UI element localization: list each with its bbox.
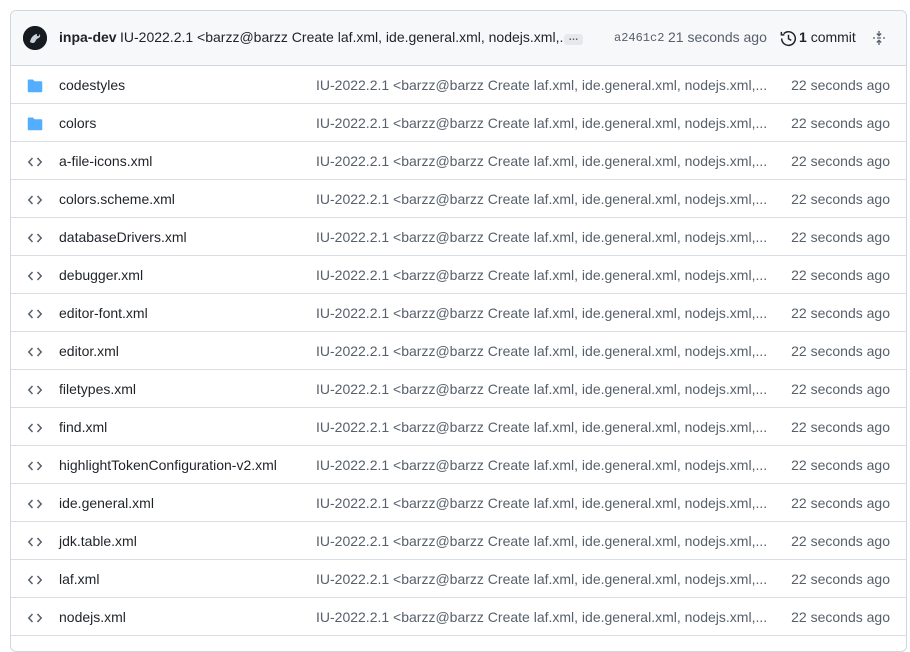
table-row[interactable]: colors.scheme.xml IU-2022.2.1 <barzz@bar… <box>11 180 906 218</box>
unfold-icon[interactable] <box>871 30 887 46</box>
table-row[interactable]: nodejs.xml IU-2022.2.1 <barzz@barzz Crea… <box>11 598 906 636</box>
table-row[interactable]: colors IU-2022.2.1 <barzz@barzz Create l… <box>11 104 906 142</box>
commit-message[interactable]: IU-2022.2.1 <barzz@barzz Create laf.xml,… <box>120 29 571 45</box>
commit-count-link[interactable]: 1 commit <box>799 29 856 45</box>
table-row[interactable]: databaseDrivers.xml IU-2022.2.1 <barzz@b… <box>11 218 906 256</box>
file-commit-message[interactable]: IU-2022.2.1 <barzz@barzz Create laf.xml,… <box>316 77 767 93</box>
file-name[interactable]: nodejs.xml <box>59 609 126 625</box>
history-icon[interactable] <box>780 30 797 47</box>
code-file-icon <box>27 382 43 398</box>
code-file-icon <box>27 268 43 284</box>
file-commit-message[interactable]: IU-2022.2.1 <barzz@barzz Create laf.xml,… <box>316 609 767 625</box>
folder-icon <box>27 78 43 94</box>
file-name[interactable]: databaseDrivers.xml <box>59 229 187 245</box>
file-commit-message[interactable]: IU-2022.2.1 <barzz@barzz Create laf.xml,… <box>316 571 767 587</box>
file-commit-time: 22 seconds ago <box>791 229 890 245</box>
table-row[interactable]: codestyles IU-2022.2.1 <barzz@barzz Crea… <box>11 66 906 104</box>
file-commit-time: 22 seconds ago <box>791 419 890 435</box>
file-commit-message[interactable]: IU-2022.2.1 <barzz@barzz Create laf.xml,… <box>316 343 767 359</box>
code-file-icon <box>27 192 43 208</box>
code-file-icon <box>27 496 43 512</box>
file-name[interactable]: editor.xml <box>59 343 119 359</box>
code-file-icon <box>27 420 43 436</box>
file-commit-message[interactable]: IU-2022.2.1 <barzz@barzz Create laf.xml,… <box>316 267 767 283</box>
table-row[interactable]: jdk.table.xml IU-2022.2.1 <barzz@barzz C… <box>11 522 906 560</box>
avatar[interactable] <box>23 26 47 50</box>
expand-message-button[interactable]: … <box>564 33 583 45</box>
code-file-icon <box>27 534 43 550</box>
file-name[interactable]: colors.scheme.xml <box>59 191 175 207</box>
file-name[interactable]: highlightTokenConfiguration-v2.xml <box>59 457 277 473</box>
file-commit-message[interactable]: IU-2022.2.1 <barzz@barzz Create laf.xml,… <box>316 533 767 549</box>
file-name[interactable]: laf.xml <box>59 571 99 587</box>
code-file-icon <box>27 154 43 170</box>
file-name[interactable]: jdk.table.xml <box>59 533 137 549</box>
table-row[interactable]: editor-font.xml IU-2022.2.1 <barzz@barzz… <box>11 294 906 332</box>
table-row[interactable]: ide.general.xml IU-2022.2.1 <barzz@barzz… <box>11 484 906 522</box>
file-commit-time: 22 seconds ago <box>791 267 890 283</box>
file-name[interactable]: a-file-icons.xml <box>59 153 152 169</box>
commit-count: 1 <box>799 29 807 45</box>
table-row[interactable]: a-file-icons.xml IU-2022.2.1 <barzz@barz… <box>11 142 906 180</box>
file-commit-time: 22 seconds ago <box>791 191 890 207</box>
file-commit-message[interactable]: IU-2022.2.1 <barzz@barzz Create laf.xml,… <box>316 115 767 131</box>
file-commit-time: 22 seconds ago <box>791 115 890 131</box>
file-commit-time: 22 seconds ago <box>791 495 890 511</box>
file-commit-message[interactable]: IU-2022.2.1 <barzz@barzz Create laf.xml,… <box>316 495 767 511</box>
file-commit-time: 22 seconds ago <box>791 381 890 397</box>
file-commit-time: 22 seconds ago <box>791 153 890 169</box>
file-commit-message[interactable]: IU-2022.2.1 <barzz@barzz Create laf.xml,… <box>316 457 767 473</box>
file-commit-message[interactable]: IU-2022.2.1 <barzz@barzz Create laf.xml,… <box>316 305 767 321</box>
code-file-icon <box>27 230 43 246</box>
code-file-icon <box>27 458 43 474</box>
table-row[interactable]: laf.xml IU-2022.2.1 <barzz@barzz Create … <box>11 560 906 598</box>
file-commit-message[interactable]: IU-2022.2.1 <barzz@barzz Create laf.xml,… <box>316 381 767 397</box>
file-commit-time: 22 seconds ago <box>791 533 890 549</box>
latest-commit-bar: inpa-dev IU-2022.2.1 <barzz@barzz Create… <box>11 11 906 66</box>
table-row[interactable]: highlightTokenConfiguration-v2.xml IU-20… <box>11 446 906 484</box>
file-list: codestyles IU-2022.2.1 <barzz@barzz Crea… <box>11 66 906 636</box>
file-name[interactable]: debugger.xml <box>59 267 143 283</box>
commit-label: commit <box>810 29 856 45</box>
code-file-icon <box>27 344 43 360</box>
file-name[interactable]: ide.general.xml <box>59 495 154 511</box>
file-commit-time: 22 seconds ago <box>791 609 890 625</box>
file-commit-message[interactable]: IU-2022.2.1 <barzz@barzz Create laf.xml,… <box>316 419 767 435</box>
file-commit-time: 22 seconds ago <box>791 343 890 359</box>
file-name[interactable]: colors <box>59 115 96 131</box>
code-file-icon <box>27 610 43 626</box>
commit-author[interactable]: inpa-dev <box>59 29 117 45</box>
commit-time: 21 seconds ago <box>668 29 767 45</box>
file-name[interactable]: find.xml <box>59 419 107 435</box>
commit-sha[interactable]: a2461c2 <box>614 31 664 45</box>
file-commit-time: 22 seconds ago <box>791 457 890 473</box>
file-name[interactable]: filetypes.xml <box>59 381 136 397</box>
file-commit-message[interactable]: IU-2022.2.1 <barzz@barzz Create laf.xml,… <box>316 229 767 245</box>
file-commit-message[interactable]: IU-2022.2.1 <barzz@barzz Create laf.xml,… <box>316 191 767 207</box>
code-file-icon <box>27 306 43 322</box>
file-commit-time: 22 seconds ago <box>791 305 890 321</box>
file-commit-time: 22 seconds ago <box>791 77 890 93</box>
table-row[interactable]: filetypes.xml IU-2022.2.1 <barzz@barzz C… <box>11 370 906 408</box>
file-browser: inpa-dev IU-2022.2.1 <barzz@barzz Create… <box>10 10 907 652</box>
table-row[interactable]: find.xml IU-2022.2.1 <barzz@barzz Create… <box>11 408 906 446</box>
file-commit-time: 22 seconds ago <box>791 571 890 587</box>
table-row[interactable]: editor.xml IU-2022.2.1 <barzz@barzz Crea… <box>11 332 906 370</box>
file-name[interactable]: editor-font.xml <box>59 305 148 321</box>
table-row[interactable]: debugger.xml IU-2022.2.1 <barzz@barzz Cr… <box>11 256 906 294</box>
code-file-icon <box>27 572 43 588</box>
file-commit-message[interactable]: IU-2022.2.1 <barzz@barzz Create laf.xml,… <box>316 153 767 169</box>
folder-icon <box>27 116 43 132</box>
file-name[interactable]: codestyles <box>59 77 125 93</box>
